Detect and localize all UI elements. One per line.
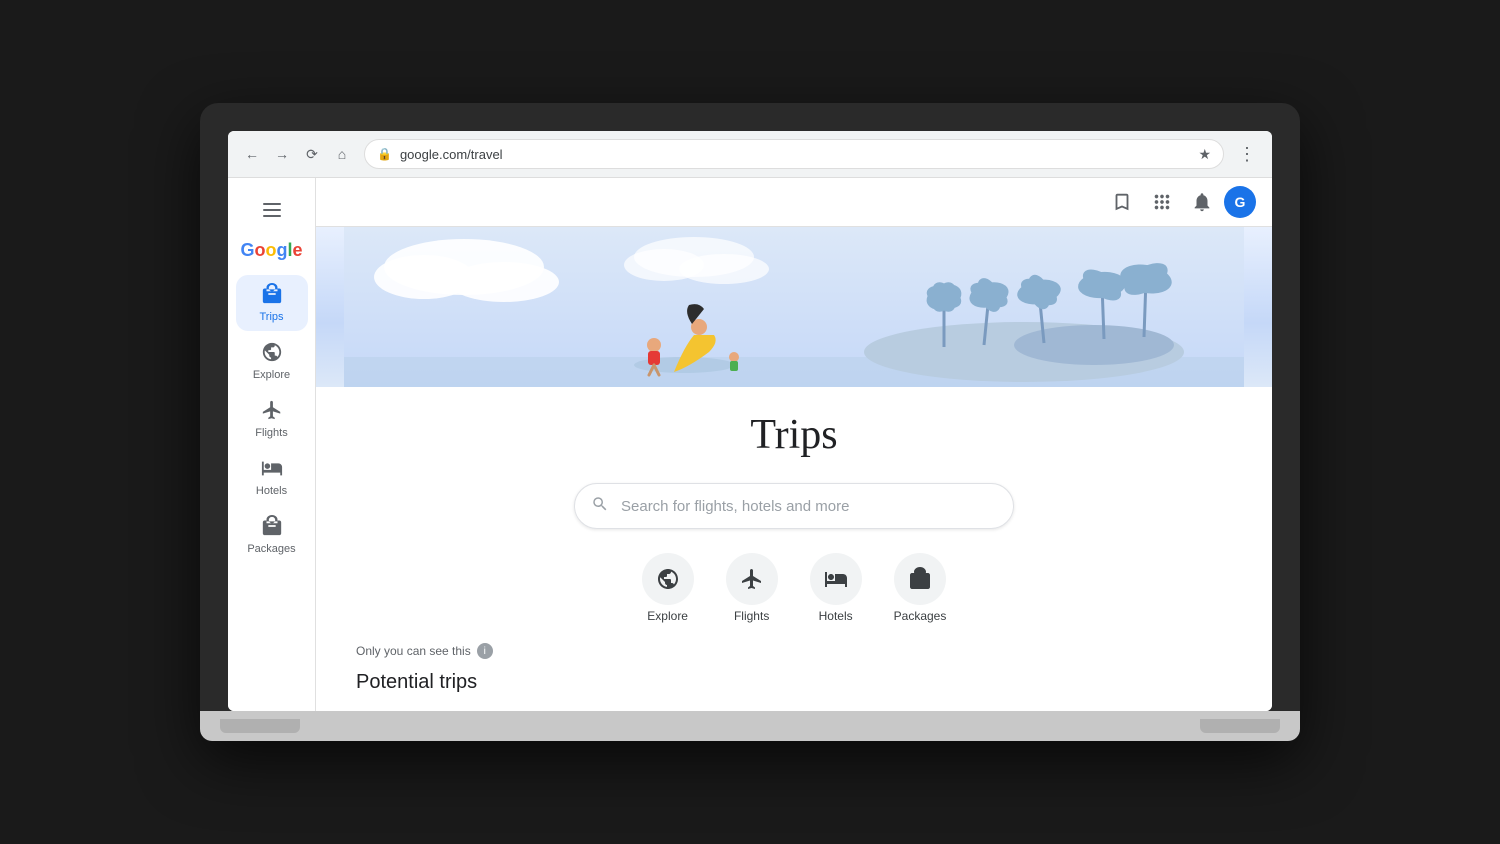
bookmark-star-icon[interactable]: ★	[1198, 146, 1211, 163]
sidebar-item-flights-label: Flights	[255, 427, 287, 439]
page-title: Trips	[332, 411, 1256, 459]
laptop-foot-right	[1200, 719, 1280, 733]
search-bar[interactable]: Search for flights, hotels and more	[574, 483, 1014, 529]
privacy-text: Only you can see this	[356, 644, 471, 658]
trips-icon	[261, 283, 283, 309]
sidebar-item-explore[interactable]: Explore	[236, 333, 308, 389]
sidebar-item-trips-label: Trips	[259, 311, 283, 323]
sidebar-item-trips[interactable]: Trips	[236, 275, 308, 331]
hamburger-menu[interactable]	[252, 190, 292, 230]
logo-o1: o	[254, 240, 265, 260]
laptop-base	[200, 711, 1300, 741]
top-bar: G	[316, 178, 1272, 227]
browser-menu-button[interactable]: ⋮	[1234, 140, 1260, 169]
sidebar-item-hotels-label: Hotels	[256, 485, 287, 497]
quick-flights-icon	[726, 553, 778, 605]
quick-explore-label: Explore	[647, 609, 688, 623]
info-icon[interactable]: i	[477, 643, 493, 659]
quick-hotels-icon	[810, 553, 862, 605]
forward-button[interactable]: →	[270, 142, 294, 166]
hotels-icon	[261, 457, 283, 483]
sidebar-item-packages-label: Packages	[247, 543, 295, 555]
url-text: google.com/travel	[400, 147, 503, 162]
sidebar: Google Trips Explore	[228, 178, 316, 711]
sidebar-item-explore-label: Explore	[253, 369, 290, 381]
lock-icon: 🔒	[377, 147, 392, 161]
notifications-button[interactable]	[1184, 184, 1220, 220]
search-icon	[591, 495, 609, 518]
bookmarks-button[interactable]	[1104, 184, 1140, 220]
quick-nav-flights[interactable]: Flights	[726, 553, 778, 623]
quick-nav-explore[interactable]: Explore	[642, 553, 694, 623]
quick-nav-hotels[interactable]: Hotels	[810, 553, 862, 623]
quick-flights-label: Flights	[734, 609, 769, 623]
sidebar-item-hotels[interactable]: Hotels	[236, 449, 308, 505]
hamburger-line	[263, 203, 281, 205]
flights-icon	[261, 399, 283, 425]
quick-packages-label: Packages	[894, 609, 947, 623]
privacy-notice: Only you can see this i	[316, 639, 1272, 667]
potential-trips-section: Potential trips	[316, 667, 1272, 702]
apps-button[interactable]	[1144, 184, 1180, 220]
main-content: Trips Search for flights, hotels and mor…	[316, 227, 1272, 711]
refresh-button[interactable]: ⟳	[300, 142, 324, 166]
logo-g2: g	[276, 240, 287, 260]
packages-icon	[261, 515, 283, 541]
search-container: Search for flights, hotels and more	[316, 475, 1272, 545]
sidebar-item-packages[interactable]: Packages	[236, 507, 308, 563]
quick-nav-packages[interactable]: Packages	[894, 553, 947, 623]
hero-svg	[316, 227, 1272, 387]
logo-e: e	[293, 240, 303, 260]
sidebar-item-flights[interactable]: Flights	[236, 391, 308, 447]
logo-o2: o	[265, 240, 276, 260]
hamburger-line	[263, 209, 281, 211]
quick-explore-icon	[642, 553, 694, 605]
quick-packages-icon	[894, 553, 946, 605]
search-placeholder-text: Search for flights, hotels and more	[621, 498, 849, 515]
laptop-foot-left	[220, 719, 300, 733]
logo-g: G	[240, 240, 254, 260]
back-button[interactable]: ←	[240, 142, 264, 166]
potential-trips-title: Potential trips	[356, 671, 1232, 694]
hero-illustration	[316, 227, 1272, 387]
quick-nav-row: Explore Flights Hotels	[316, 545, 1272, 639]
user-avatar[interactable]: G	[1224, 186, 1256, 218]
home-button[interactable]: ⌂	[330, 142, 354, 166]
address-bar[interactable]: 🔒 google.com/travel ★	[364, 139, 1224, 169]
google-logo: Google	[240, 240, 302, 261]
page-title-section: Trips	[316, 387, 1272, 475]
quick-hotels-label: Hotels	[819, 609, 853, 623]
hamburger-line	[263, 215, 281, 217]
explore-icon	[261, 341, 283, 367]
